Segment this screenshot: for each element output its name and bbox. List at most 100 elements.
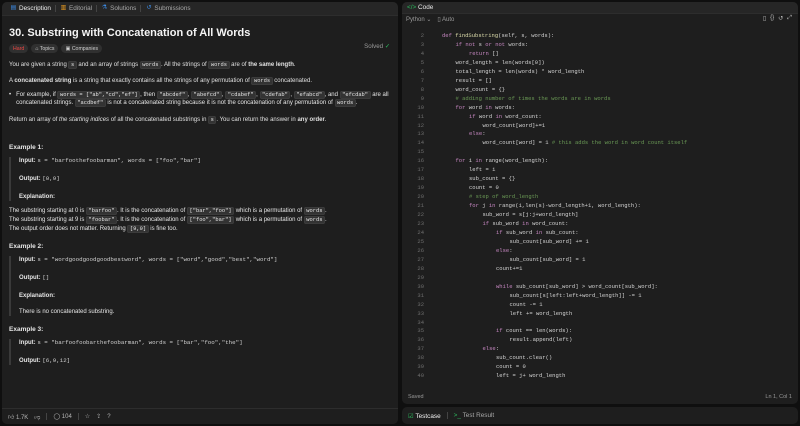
code-line[interactable]: count = 0 (442, 363, 798, 372)
code-line[interactable]: sub_count[sub_word] += 1 (442, 238, 798, 247)
companies-button[interactable]: ▣ Companies (61, 44, 103, 53)
code-line[interactable]: if not s or not words: (442, 41, 798, 50)
tab-test-result[interactable]: >_ Test Result (454, 412, 495, 419)
code-line[interactable]: result.append(left) (442, 336, 798, 345)
solved-label: Solved (364, 43, 384, 50)
code-line[interactable]: left += word_length (442, 310, 798, 319)
code-line[interactable] (442, 274, 798, 283)
topics-button[interactable]: ⌂ Topics (31, 44, 59, 53)
code-line[interactable]: for i in range(word_length): (442, 157, 798, 166)
code-line[interactable]: count -= 1 (442, 301, 798, 310)
bold-text: concatenated string (14, 78, 72, 85)
tab-label: Description (19, 5, 51, 12)
code-line[interactable]: else: (442, 345, 798, 354)
code-line[interactable] (442, 319, 798, 328)
example-explanation-label: Explanation: (19, 193, 391, 201)
code-line[interactable]: else: (442, 130, 798, 139)
code-line[interactable]: for j in range(i,len(s)-word_length+1, w… (442, 202, 798, 211)
code-line[interactable]: if sub_word in sub_count: (442, 229, 798, 238)
tab-description[interactable]: ▤ Description (6, 2, 55, 16)
bookmark-icon[interactable]: ▯ (763, 15, 766, 22)
code-line[interactable]: word_count = {} (442, 86, 798, 95)
line-number: 25 (417, 237, 424, 245)
label: Output: (19, 176, 41, 183)
code-line[interactable]: result = [] (442, 77, 798, 86)
line-number: 35 (417, 327, 424, 335)
bullet-dot: • (9, 91, 12, 98)
line-number: 11 (417, 112, 424, 120)
code-line[interactable]: if count == len(words): (442, 327, 798, 336)
dislike-button[interactable]: 👎︎ (34, 413, 40, 421)
code-line[interactable]: else: (442, 247, 798, 256)
label: Explanation: (19, 293, 56, 300)
example-2-heading: Example 2: (9, 243, 44, 251)
line-number: 14 (417, 139, 424, 147)
line-number: 12 (417, 121, 424, 129)
braces-icon[interactable]: {} (770, 15, 774, 22)
code-keyword: for (455, 103, 466, 111)
code-line[interactable]: def findSubstring(self, s, words): (442, 32, 798, 41)
auto-toggle[interactable]: ▯ Auto (437, 16, 454, 23)
code-line[interactable]: sub_count = {} (442, 175, 798, 184)
text: . (324, 217, 327, 224)
inline-code: "foobar" (86, 216, 117, 225)
tab-label: Solutions (110, 5, 137, 12)
code-line[interactable]: return [] (442, 50, 798, 59)
help-button[interactable]: ? (107, 414, 110, 420)
share-button[interactable]: ⇪ (96, 413, 101, 420)
thumbs-up-icon: 👍︎ (8, 414, 15, 421)
inline-code: "acdbef" (74, 99, 106, 108)
line-number: 4 (420, 49, 424, 57)
code-line[interactable]: while sub_count[sub_word] > word_count[s… (442, 283, 798, 292)
problem-badges: Hard ⌂ Topics ▣ Companies (9, 44, 391, 53)
tab-testcase[interactable]: ☑ Testcase (408, 412, 441, 420)
favorite-button[interactable]: ☆ (85, 413, 90, 420)
language-select[interactable]: Python ⌄ (406, 16, 431, 23)
testcase-tabbar: ☑ Testcase >_ Test Result (402, 407, 798, 424)
code-line[interactable]: sub_count.clear() (442, 354, 798, 363)
topics-label: Topics (39, 45, 55, 52)
tab-submissions[interactable]: ↺ Submissions (141, 2, 194, 16)
code-line[interactable]: count+=1 (442, 265, 798, 274)
code-line[interactable]: word_count[word]+=1 (442, 122, 798, 131)
code-line[interactable]: total_length = len(words) * word_length (442, 68, 798, 77)
example-1-explanation: The substring starting at 0 is "barfoo".… (9, 207, 391, 234)
comments-button[interactable]: ◯ 104 (53, 413, 71, 420)
bullet-example: • For example, if words = ["ab","cd","ef… (9, 90, 391, 108)
code-line[interactable]: # adding number of times the words are i… (442, 95, 798, 104)
code-editor[interactable]: 2 3 4 5 6 7 8 9 10 11 12 13 14 15 16 17 18 19 20 21 22 23 24 25… (402, 28, 798, 390)
code-line[interactable]: for word in words: (442, 104, 798, 113)
fullscreen-icon[interactable]: ⤢ (787, 15, 792, 22)
bold-text: the same length (248, 62, 294, 68)
problem-title[interactable]: 30. Substring with Concatenation of All … (9, 27, 391, 39)
code-line[interactable]: word_count[word] = 1 # this adds the wor… (442, 139, 798, 148)
example-3-heading: Example 3: (9, 326, 44, 334)
code-line[interactable]: if word in word_count: (442, 113, 798, 122)
code-line[interactable] (442, 148, 798, 157)
reset-icon[interactable]: ↺ (778, 15, 783, 22)
like-button[interactable]: 👍︎ 1.7K (8, 413, 28, 421)
code-line[interactable]: if sub_word in word_count: (442, 220, 798, 229)
terminal-icon: >_ (453, 412, 461, 419)
code-keyword: in (522, 220, 529, 228)
code-line[interactable]: sub_count[s[left:left+word_length]] -= 1 (442, 292, 798, 301)
inline-code: words (303, 216, 325, 225)
tab-editorial[interactable]: ▥ Editorial (56, 2, 96, 16)
code-line[interactable]: # step of word_length (442, 193, 798, 202)
code-line[interactable]: sub_count[sub_word] = 1 (442, 256, 798, 265)
code-keyword: not (495, 40, 506, 48)
code-lines[interactable]: def findSubstring(self, s, words): if not… (442, 32, 798, 381)
text: The substring starting at 9 is (9, 217, 87, 224)
code-line[interactable]: sub_word = s[j:j+word_length] (442, 211, 798, 220)
code-keyword: if (496, 228, 503, 236)
code-line[interactable]: left = j+ word_length (442, 372, 798, 381)
code-line[interactable]: word_length = len(words[0]) (442, 59, 798, 68)
line-number: 23 (417, 220, 424, 228)
code-line[interactable]: left = i (442, 166, 798, 175)
tab-solutions[interactable]: ⚗ Solutions (97, 2, 140, 16)
text: , then (140, 91, 157, 98)
description-footer: 👍︎ 1.7K 👎︎ ◯ 104 ☆ ⇪ ? (2, 408, 398, 424)
code-line[interactable]: count = 0 (442, 184, 798, 193)
divider (77, 413, 79, 420)
text: You are given a string (9, 62, 69, 68)
